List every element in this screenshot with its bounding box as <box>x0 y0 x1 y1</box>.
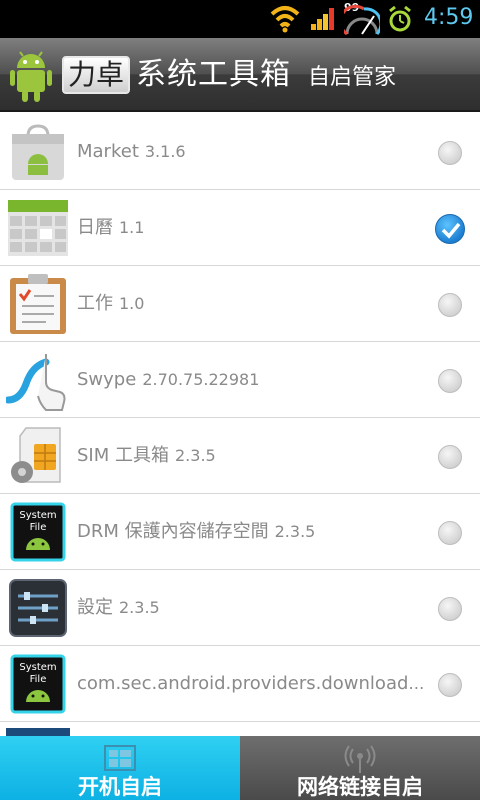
svg-text:File: File <box>30 674 47 685</box>
alarm-icon <box>389 5 411 32</box>
app-title: com.sec.android.providers.downloads.C... <box>77 673 427 694</box>
wifi-icon <box>270 6 300 33</box>
autostart-checkbox[interactable] <box>435 214 465 244</box>
app-name: 設定 2.3.5 <box>77 590 427 626</box>
autostart-checkbox[interactable] <box>438 369 462 393</box>
svg-text:File: File <box>30 522 47 533</box>
clock: 4:59 <box>424 5 474 30</box>
list-item[interactable]: SIM 工具箱 2.3.5 <box>0 418 480 494</box>
list-item-partial[interactable] <box>0 722 480 736</box>
clipboard-icon <box>10 274 66 334</box>
app-title: Market <box>77 141 139 162</box>
sim-toolkit-icon <box>11 427 61 483</box>
app-version: 2.3.5 <box>274 522 316 541</box>
swype-icon <box>6 354 66 411</box>
tab-label: 网络链接自启 <box>297 775 423 799</box>
app-icon <box>6 728 70 736</box>
app-title: Swype <box>77 369 137 390</box>
autostart-checkbox[interactable] <box>438 597 462 621</box>
market-icon <box>12 124 64 180</box>
settings-icon <box>9 579 67 637</box>
tab-label: 开机自启 <box>78 775 162 799</box>
app-version: 2.3.5 <box>119 598 160 617</box>
autostart-checkbox[interactable] <box>438 673 462 697</box>
bottom-tab-bar: 开机自启 网络链接自启 <box>0 736 480 800</box>
checkmark-icon <box>441 222 461 239</box>
app-title: 工作 <box>77 293 113 314</box>
list-item[interactable]: 設定 2.3.5 <box>0 570 480 646</box>
android-logo-icon <box>10 51 52 102</box>
app-name: 日曆 1.1 <box>77 210 427 246</box>
list-item[interactable]: 工作 1.0 <box>0 266 480 342</box>
tab-boot-autostart[interactable]: 开机自启 <box>0 736 240 800</box>
signal-icon <box>311 8 334 30</box>
list-item[interactable]: Market 3.1.6 <box>0 114 480 190</box>
startup-app-list[interactable]: Market 3.1.6 日曆 1.1 工作 1.0 Swype 2.70.75… <box>0 114 480 736</box>
app-version: 1.1 <box>119 218 145 237</box>
boot-icon <box>104 745 136 771</box>
app-title: 設定 <box>77 597 113 618</box>
list-item[interactable]: 日曆 1.1 <box>0 190 480 266</box>
app-name: com.sec.android.providers.downloads.C... <box>77 666 427 702</box>
system-file-icon: System File <box>10 654 66 714</box>
autostart-checkbox[interactable] <box>438 141 462 165</box>
app-title-brand: 力卓 <box>62 56 130 94</box>
svg-text:System: System <box>19 662 56 673</box>
app-name: 工作 1.0 <box>77 286 427 322</box>
status-bar: 99 4:59 <box>0 0 480 38</box>
gauge-icon <box>344 4 380 36</box>
autostart-checkbox[interactable] <box>438 521 462 545</box>
app-name: Swype 2.70.75.22981 <box>77 362 427 398</box>
app-title: 日曆 <box>77 217 113 238</box>
network-icon <box>344 745 376 773</box>
app-name: DRM 保護內容儲存空間 2.3.5 <box>77 514 427 550</box>
app-version: 3.1.6 <box>144 142 186 161</box>
app-title: 系统工具箱 <box>136 57 291 92</box>
app-header: 力卓 系统工具箱 自启管家 <box>0 38 480 112</box>
app-name: Market 3.1.6 <box>77 134 427 170</box>
app-name: SIM 工具箱 2.3.5 <box>77 438 427 474</box>
autostart-checkbox[interactable] <box>438 293 462 317</box>
list-item[interactable]: System File DRM 保護內容儲存空間 2.3.5 <box>0 494 480 570</box>
svg-text:System: System <box>19 510 56 521</box>
system-file-icon: System File <box>10 502 66 562</box>
list-item[interactable]: Swype 2.70.75.22981 <box>0 342 480 418</box>
autostart-checkbox[interactable] <box>438 445 462 469</box>
tab-network-autostart[interactable]: 网络链接自启 <box>240 736 480 800</box>
app-title: SIM 工具箱 <box>77 445 169 466</box>
app-version: 2.70.75.22981 <box>142 370 260 389</box>
calendar-icon <box>8 200 68 256</box>
app-version: 2.3.5 <box>175 446 216 465</box>
page-title: 自启管家 <box>308 65 397 90</box>
app-title: DRM 保護內容儲存空間 <box>77 521 269 542</box>
app-version: 1.0 <box>119 294 145 313</box>
list-item[interactable]: System File com.sec.android.providers.do… <box>0 646 480 722</box>
